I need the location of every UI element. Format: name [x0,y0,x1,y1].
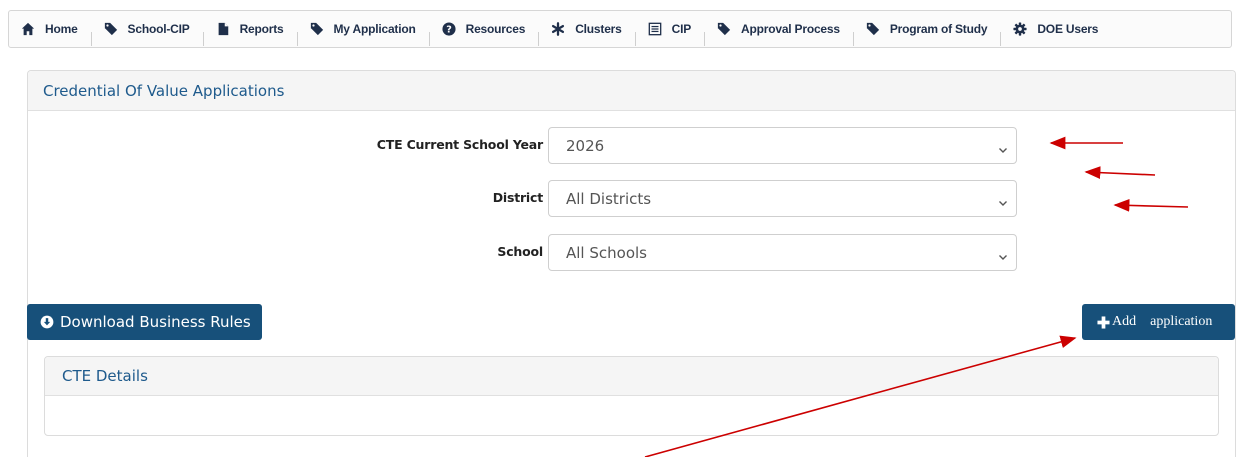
district-row: District All Districts [28,180,1235,218]
top-navigation: Home School-CIP Reports My Application ?… [8,10,1232,48]
svg-text:?: ? [446,25,451,36]
tag-icon [104,22,118,36]
tag-icon [717,22,731,36]
nav-label: Approval Process [741,22,840,36]
nav-item-school-cip[interactable]: School-CIP [92,10,204,48]
nav-label: DOE Users [1037,22,1099,36]
nav-label: CIP [671,22,692,36]
file-icon [216,22,230,36]
question-circle-icon: ? [442,22,456,36]
nav-label: Reports [239,22,284,36]
download-circle-icon [40,315,54,329]
home-icon [21,22,35,36]
district-value: All Districts [566,189,652,208]
panel-title: Credential Of Value Applications [28,71,1235,111]
asterisk-icon [551,22,565,36]
school-label: School [497,244,543,259]
add-label-application: application [1150,314,1213,329]
nav-label: Clusters [575,22,622,36]
download-label: Download Business Rules [60,313,251,331]
nav-item-program-of-study[interactable]: Program of Study [854,10,1002,48]
nav-item-approval-process[interactable]: Approval Process [705,10,854,48]
add-application-button[interactable]: Add application [1082,304,1235,340]
chevron-down-icon [998,194,1008,206]
school-row: School All Schools [28,234,1235,272]
school-year-row: CTE Current School Year 2026 [28,127,1235,165]
list-icon [648,22,662,36]
chevron-down-icon [998,248,1008,260]
chevron-down-icon [998,141,1008,153]
nav-label: School-CIP [127,22,190,36]
district-label: District [492,190,544,205]
nav-item-resources[interactable]: ? Resources [430,10,540,48]
add-label: Add [1112,314,1137,329]
plus-icon [1097,315,1110,329]
nav-item-my-application[interactable]: My Application [298,10,430,48]
district-select[interactable]: All Districts [548,180,1017,217]
tag-icon [866,22,880,36]
school-year-select[interactable]: 2026 [548,127,1017,164]
nav-label: Program of Study [889,22,988,36]
cte-details-panel: CTE Details [44,356,1219,436]
gear-icon [1013,22,1027,36]
school-year-label: CTE Current School Year [376,137,543,152]
nav-label: My Application [333,22,416,36]
download-business-rules-button[interactable]: Download Business Rules [27,304,262,340]
nav-item-clusters[interactable]: Clusters [539,10,637,48]
school-select[interactable]: All Schools [548,234,1017,271]
nav-item-doe-users[interactable]: DOE Users [1001,10,1112,48]
tag-icon [310,22,324,36]
school-value: All Schools [566,243,647,262]
nav-item-home[interactable]: Home [9,10,92,48]
nav-item-cip[interactable]: CIP [636,10,706,48]
nav-item-reports[interactable]: Reports [204,10,298,48]
nav-label: Resources [465,22,526,36]
nav-label: Home [45,22,78,36]
school-year-value: 2026 [566,136,605,155]
cte-details-title: CTE Details [45,357,1218,396]
